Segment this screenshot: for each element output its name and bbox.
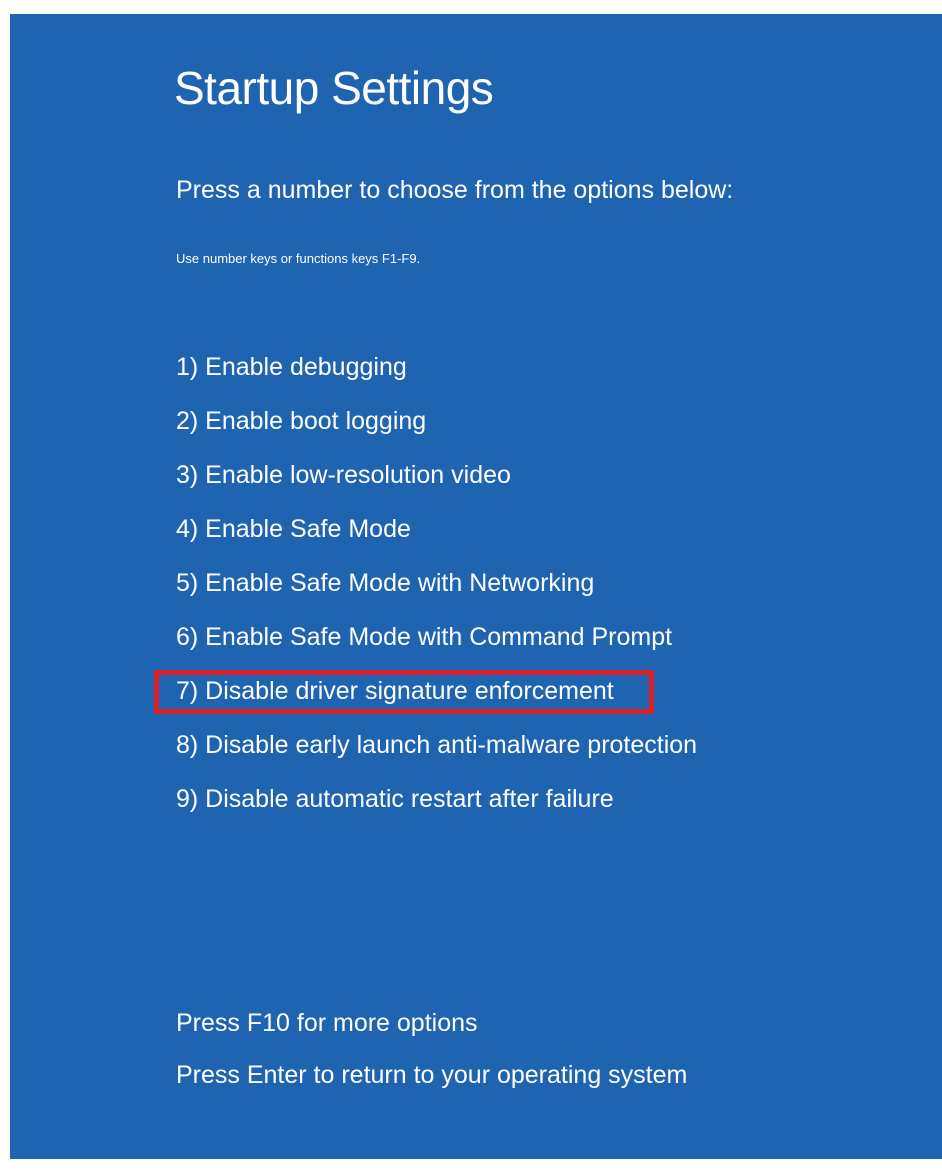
footer: Press F10 for more options Press Enter t…: [176, 1000, 687, 1104]
option-enable-low-resolution-video[interactable]: 3) Enable low-resolution video: [176, 452, 697, 506]
option-enable-safe-mode-networking[interactable]: 5) Enable Safe Mode with Networking: [176, 560, 697, 614]
option-disable-driver-signature-enforcement[interactable]: 7) Disable driver signature enforcement: [153, 668, 697, 722]
option-enable-boot-logging[interactable]: 2) Enable boot logging: [176, 398, 697, 452]
startup-options-list: 1) Enable debugging 2) Enable boot loggi…: [153, 344, 697, 830]
option-disable-automatic-restart[interactable]: 9) Disable automatic restart after failu…: [176, 776, 697, 830]
return-to-os-text[interactable]: Press Enter to return to your operating …: [176, 1052, 687, 1104]
option-disable-early-launch-anti-malware[interactable]: 8) Disable early launch anti-malware pro…: [176, 722, 697, 776]
option-enable-debugging[interactable]: 1) Enable debugging: [176, 344, 697, 398]
startup-settings-screen: Startup Settings Press a number to choos…: [10, 14, 942, 1159]
instructions-text: Press a number to choose from the option…: [176, 176, 734, 204]
page-title: Startup Settings: [174, 62, 494, 114]
option-enable-safe-mode-command-prompt[interactable]: 6) Enable Safe Mode with Command Prompt: [176, 614, 697, 668]
keys-hint-text: Use number keys or functions keys F1-F9.: [176, 251, 421, 266]
option-enable-safe-mode[interactable]: 4) Enable Safe Mode: [176, 506, 697, 560]
more-options-text[interactable]: Press F10 for more options: [176, 1000, 687, 1052]
